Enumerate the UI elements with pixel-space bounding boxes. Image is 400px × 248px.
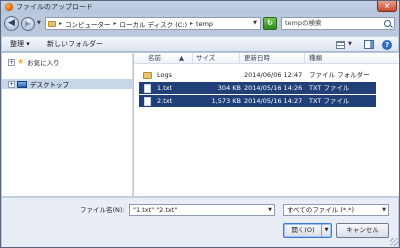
window-title: ファイルのアップロード [16, 3, 93, 11]
history-dropdown-icon[interactable]: ▼ [37, 20, 41, 26]
file-type: ファイル フォルダー [309, 71, 370, 79]
file-upload-dialog: ファイルのアップロード × ◀ ▶ ▼ ▸ コンピューター ▸ ローカル ディス… [0, 0, 400, 248]
close-button[interactable]: × [377, 1, 397, 12]
column-divider[interactable] [239, 53, 240, 64]
new-folder-button[interactable]: 新しいフォルダー [47, 40, 103, 49]
file-type: TXT ファイル [309, 97, 350, 105]
nav-item-label: デスクトップ [30, 81, 69, 89]
breadcrumb-computer[interactable]: コンピューター [65, 19, 111, 29]
nav-item-label: お気に入り [27, 59, 60, 67]
breadcrumb-separator-icon: ▸ [113, 20, 117, 27]
filename-input[interactable]: "1.txt" "2.txt" [129, 204, 275, 216]
browser-icon [5, 3, 13, 11]
text-file-icon [144, 84, 151, 93]
open-button-label: 開く(O) [291, 226, 315, 234]
file-modified: 2014/05/16 14:26 [244, 84, 303, 92]
open-dropdown-icon[interactable]: ▼ [321, 224, 331, 237]
help-icon[interactable]: ? [382, 40, 392, 50]
filetype-select[interactable]: すべてのファイル (*.*) [283, 204, 389, 216]
folder-icon [143, 72, 152, 79]
column-header-row: 名前 ▲ サイズ 更新日時 種類 [134, 53, 399, 64]
breadcrumb-separator-icon: ▸ [59, 20, 63, 27]
navigation-pane: + ★ お気に入り + デスクトップ [2, 53, 133, 196]
address-bar[interactable]: ▸ コンピューター ▸ ローカル ディスク (C:) ▸ temp [45, 17, 261, 30]
nav-item-favorites[interactable]: + ★ お気に入り [2, 57, 133, 67]
back-arrow-icon[interactable]: ◀ [4, 16, 19, 31]
file-name: 1.txt [157, 84, 173, 92]
command-bar: 整理 ▾ 新しいフォルダー ▼ ? [2, 36, 398, 52]
breadcrumb-separator-icon: ▸ [190, 20, 194, 27]
file-list: 名前 ▲ サイズ 更新日時 種類 Logs 2014/06/06 12:47 フ… [134, 53, 399, 196]
text-file-icon [144, 97, 151, 106]
file-name: Logs [157, 71, 172, 79]
desktop-icon [17, 80, 27, 88]
star-icon: ★ [17, 57, 25, 66]
breadcrumb-local-disk[interactable]: ローカル ディスク (C:) [120, 19, 187, 29]
column-header-modified[interactable]: 更新日時 [244, 54, 270, 63]
cancel-button[interactable]: キャンセル [336, 223, 389, 238]
search-placeholder: tempの検索 [285, 19, 322, 27]
resize-grip-icon[interactable] [390, 238, 398, 246]
file-modified: 2014/05/16 14:27 [244, 97, 303, 105]
views-icon[interactable] [336, 41, 345, 49]
refresh-button[interactable]: ↻ [263, 17, 277, 30]
file-type: TXT ファイル [309, 84, 350, 92]
folder-icon [48, 20, 56, 27]
column-divider[interactable] [192, 53, 193, 64]
filetype-dropdown-icon[interactable]: ▼ [380, 205, 388, 215]
forward-arrow-icon[interactable]: ▶ [21, 17, 35, 31]
file-modified: 2014/06/06 12:47 [244, 71, 303, 79]
file-name: 2.txt [157, 97, 173, 105]
preview-pane-icon[interactable] [364, 40, 374, 49]
file-size: 1,573 KB [211, 97, 241, 105]
search-input[interactable]: tempの検索 [281, 17, 395, 30]
views-dropdown-icon[interactable]: ▼ [348, 41, 352, 47]
file-row-logs[interactable]: Logs 2014/06/06 12:47 ファイル フォルダー [139, 69, 376, 81]
filename-label: ファイル名(N): [80, 206, 125, 214]
filename-dropdown-icon[interactable]: ▼ [266, 205, 274, 215]
expand-icon[interactable]: + [8, 58, 15, 66]
column-header-name[interactable]: 名前 [148, 54, 161, 63]
column-divider[interactable] [304, 53, 305, 64]
file-row-2-txt[interactable]: 2.txt 1,573 KB 2014/05/16 14:27 TXT ファイル [139, 95, 376, 107]
breadcrumb-temp[interactable]: temp [196, 20, 213, 28]
expand-icon[interactable]: + [8, 80, 15, 88]
organize-menu[interactable]: 整理 ▾ [10, 40, 30, 49]
open-button[interactable]: 開く(O) ▼ [283, 223, 332, 238]
search-icon[interactable] [384, 20, 391, 27]
file-size: 304 KB [217, 84, 241, 92]
nav-item-desktop[interactable]: + デスクトップ [2, 79, 133, 89]
file-row-1-txt[interactable]: 1.txt 304 KB 2014/05/16 14:26 TXT ファイル [139, 82, 376, 94]
address-dropdown-icon[interactable]: ▼ [250, 18, 260, 29]
title-bar[interactable]: ファイルのアップロード × [1, 1, 399, 13]
dialog-footer: ファイル名(N): "1.txt" "2.txt" ▼ すべてのファイル (*.… [2, 197, 398, 247]
column-header-size[interactable]: サイズ [196, 54, 215, 63]
sort-arrow-icon: ▲ [179, 54, 184, 62]
column-header-type[interactable]: 種類 [309, 54, 322, 63]
